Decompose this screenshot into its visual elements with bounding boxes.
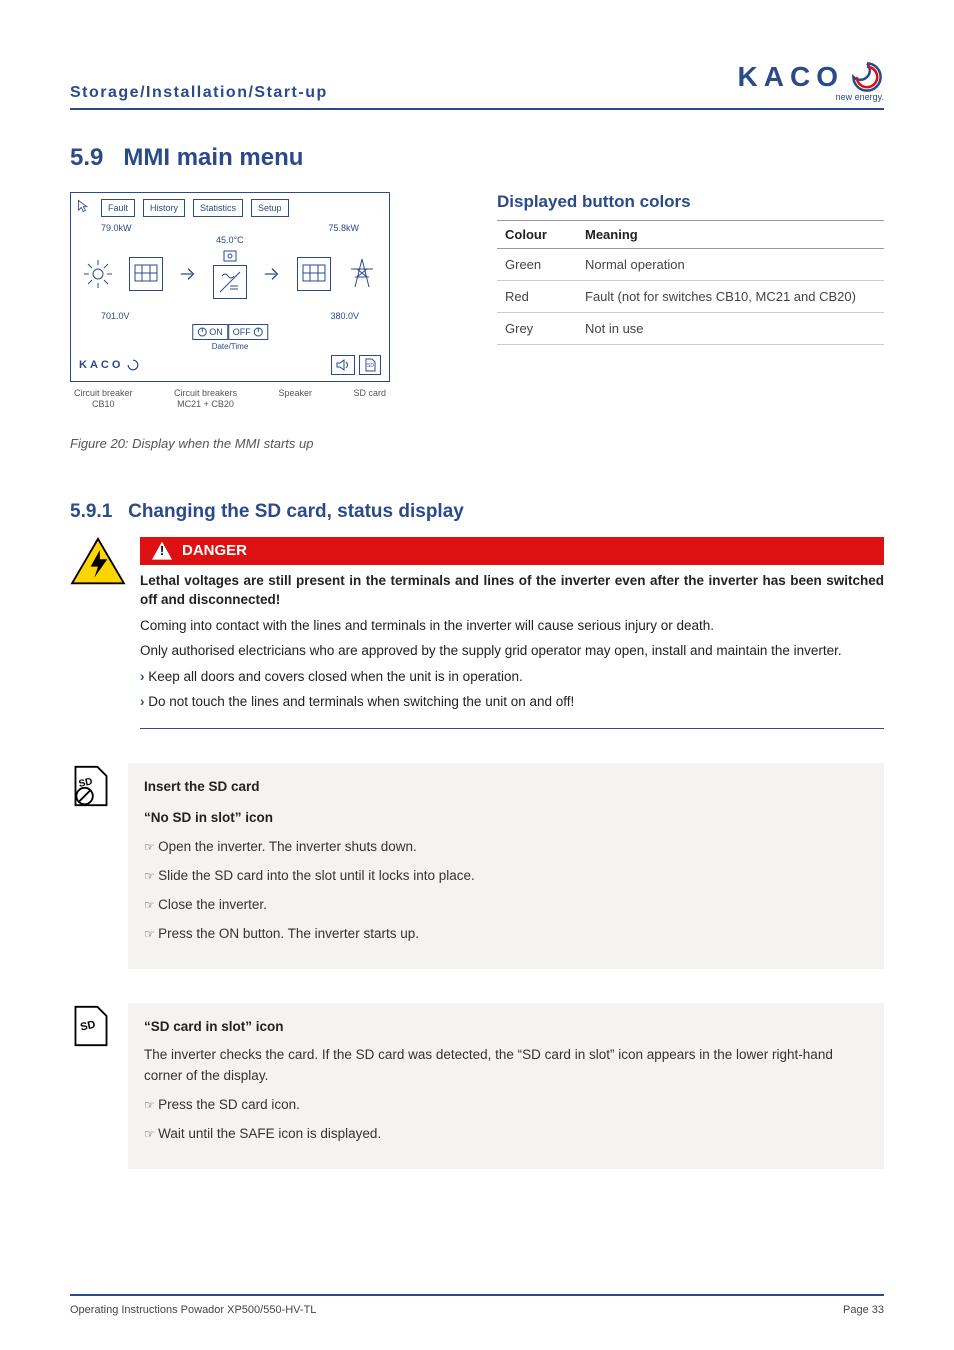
reading-kw-left: 79.0kW — [101, 223, 132, 233]
step-item: Slide the SD card into the slot until it… — [144, 866, 868, 887]
panel-right-icon — [297, 257, 331, 291]
colors-heading: Displayed button colors — [497, 192, 884, 212]
warning-triangle-icon: ! — [152, 542, 172, 560]
danger-text: Only authorised electricians who are app… — [140, 641, 884, 661]
off-button[interactable]: OFF — [228, 324, 268, 340]
arrow-right-icon — [263, 265, 281, 283]
cursor-icon — [77, 199, 91, 213]
danger-bullet: Do not touch the lines and terminals whe… — [140, 692, 884, 712]
step-item: Press the ON button. The inverter starts… — [144, 924, 868, 945]
col-colour: Colour — [497, 221, 577, 249]
reading-v-left: 701.0V — [101, 311, 130, 321]
tab-setup[interactable]: Setup — [251, 199, 289, 217]
danger-text: Coming into contact with the lines and t… — [140, 616, 884, 636]
table-row: RedFault (not for switches CB10, MC21 an… — [497, 281, 884, 313]
logo: KACO new energy. — [738, 60, 884, 102]
panel-left-icon — [129, 257, 163, 291]
step-item: Close the inverter. — [144, 895, 868, 916]
sd-in-slot-title: “SD card in slot” icon — [144, 1017, 868, 1038]
temp-icon — [222, 249, 238, 263]
step-item: Wait until the SAFE icon is displayed. — [144, 1124, 868, 1145]
no-sd-icon-title: “No SD in slot” icon — [144, 808, 868, 829]
footer-left: Operating Instructions Powador XP500/550… — [70, 1304, 316, 1316]
insert-sd-title: Insert the SD card — [144, 777, 868, 798]
date-time-label: Date/Time — [212, 342, 249, 351]
on-button[interactable]: ON — [192, 324, 228, 340]
step-item: Press the SD card icon. — [144, 1095, 868, 1116]
speaker-button[interactable] — [331, 355, 355, 375]
logo-subtitle: new energy. — [738, 92, 884, 102]
reading-v-right: 380.0V — [330, 311, 359, 321]
footer-right: Page 33 — [843, 1304, 884, 1316]
swirl-icon — [127, 359, 139, 371]
danger-text: Lethal voltages are still present in the… — [140, 571, 884, 610]
tab-fault[interactable]: Fault — [101, 199, 135, 217]
section-heading: 5.9 MMI main menu — [70, 144, 884, 172]
tab-statistics[interactable]: Statistics — [193, 199, 243, 217]
sd-in-slot-text: The inverter checks the card. If the SD … — [144, 1045, 868, 1087]
svg-text:SD: SD — [367, 363, 374, 369]
kaco-logo-mini: KACO — [79, 359, 123, 371]
sd-button[interactable]: SD — [359, 355, 381, 375]
table-row: GreyNot in use — [497, 313, 884, 345]
figure-caption: Figure 20: Display when the MMI starts u… — [70, 436, 457, 451]
sun-icon — [83, 259, 113, 289]
electric-hazard-icon — [70, 537, 126, 587]
no-sd-icon: SD — [70, 763, 112, 809]
mmi-figure-labels: Circuit breakerCB10 Circuit breakersMC21… — [70, 388, 390, 410]
reading-kw-right: 75.8kW — [328, 223, 359, 233]
danger-bullet: Keep all doors and covers closed when th… — [140, 667, 884, 687]
sd-in-slot-icon: SD — [70, 1003, 112, 1049]
svg-text:SD: SD — [79, 1018, 96, 1033]
swirl-icon — [850, 60, 884, 94]
inverter-icon — [213, 265, 247, 299]
colors-table: Colour Meaning GreenNormal operation Red… — [497, 220, 884, 345]
reading-temp: 45.0°C — [216, 235, 244, 245]
table-row: GreenNormal operation — [497, 249, 884, 281]
logo-text: KACO — [738, 61, 844, 93]
pylon-icon — [347, 257, 377, 291]
tab-history[interactable]: History — [143, 199, 185, 217]
danger-banner: ! DANGER — [140, 537, 884, 565]
breadcrumb: Storage/Installation/Start-up — [70, 84, 328, 102]
step-item: Open the inverter. The inverter shuts do… — [144, 837, 868, 858]
col-meaning: Meaning — [577, 221, 884, 249]
subsection-heading: 5.9.1 Changing the SD card, status displ… — [70, 501, 884, 523]
mmi-display: Fault History Statistics Setup 79.0kW 75… — [70, 192, 390, 382]
arrow-right-icon — [179, 265, 197, 283]
